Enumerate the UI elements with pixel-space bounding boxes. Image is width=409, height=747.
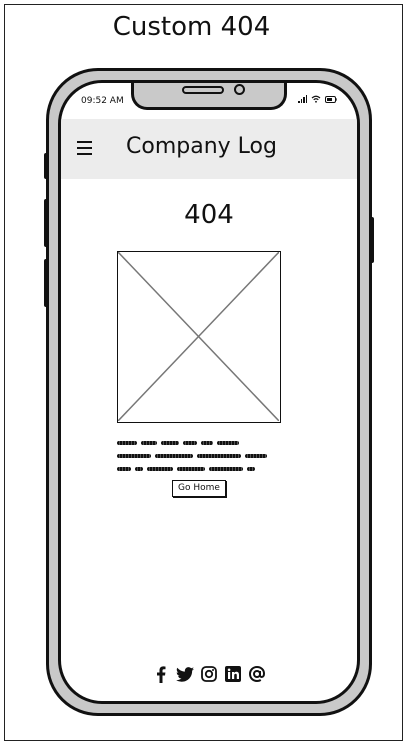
phone-mute-switch (44, 153, 48, 179)
page-title: Custom 404 (112, 12, 271, 42)
email-icon[interactable] (248, 665, 266, 683)
signal-icon (298, 95, 307, 103)
hamburger-menu-icon[interactable] (77, 141, 92, 159)
social-links (61, 665, 357, 683)
phone-power-button (370, 217, 374, 263)
camera-icon (234, 84, 245, 95)
app-header: Company Log (61, 119, 357, 179)
error-message-placeholder-text (117, 436, 281, 475)
phone-volume-down-button (44, 259, 48, 307)
image-placeholder-icon (117, 251, 281, 423)
speaker-icon (182, 86, 224, 94)
battery-icon (325, 96, 337, 103)
instagram-icon[interactable] (200, 665, 218, 683)
status-time: 09:52 AM (81, 96, 124, 106)
linkedin-icon[interactable] (224, 665, 242, 683)
phone-screen: 09:52 AM Company Log 404 Go Home (58, 80, 360, 704)
go-home-button[interactable]: Go Home (172, 480, 226, 497)
phone-notch (131, 83, 287, 110)
facebook-icon[interactable] (152, 665, 170, 683)
phone-frame: 09:52 AM Company Log 404 Go Home (44, 68, 374, 716)
status-icons (298, 95, 337, 103)
phone-volume-up-button (44, 199, 48, 247)
twitter-icon[interactable] (176, 665, 194, 683)
company-logo-title[interactable]: Company Log (126, 134, 277, 159)
wifi-icon (311, 95, 321, 103)
error-code-heading: 404 (184, 200, 234, 230)
